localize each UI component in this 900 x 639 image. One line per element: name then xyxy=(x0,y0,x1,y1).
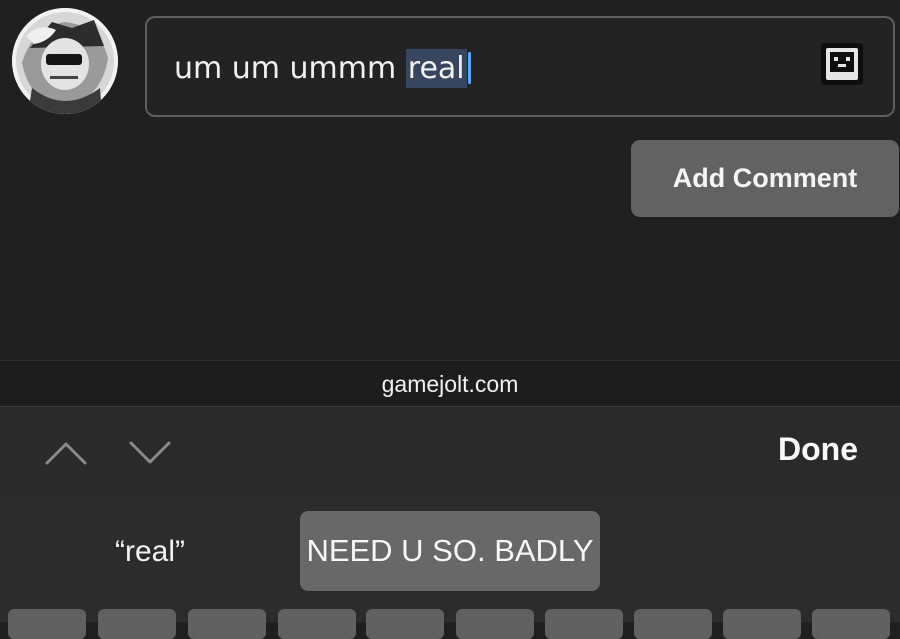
key[interactable] xyxy=(188,609,266,639)
browser-url: gamejolt.com xyxy=(381,370,519,397)
chevron-down-icon[interactable] xyxy=(128,437,172,467)
key[interactable] xyxy=(545,609,623,639)
done-button[interactable]: Done xyxy=(778,431,858,468)
suggestion-middle[interactable]: NEED U SO. BADLY xyxy=(300,511,600,591)
avatar-image xyxy=(12,8,118,114)
sticker-icon[interactable] xyxy=(821,43,863,85)
comment-text[interactable]: um um ummm real xyxy=(174,49,471,88)
key[interactable] xyxy=(723,609,801,639)
keyboard: “real” NEED U SO. BADLY xyxy=(0,498,900,639)
key[interactable] xyxy=(812,609,890,639)
key[interactable] xyxy=(8,609,86,639)
chevron-up-icon[interactable] xyxy=(44,437,88,467)
key[interactable] xyxy=(456,609,534,639)
avatar[interactable] xyxy=(12,8,118,114)
key[interactable] xyxy=(634,609,712,639)
keyboard-toolbar: Done xyxy=(0,406,900,499)
key[interactable] xyxy=(366,609,444,639)
comment-input[interactable]: um um ummm real xyxy=(145,16,895,117)
browser-url-bar[interactable]: gamejolt.com xyxy=(0,360,900,407)
suggestion-left[interactable]: “real” xyxy=(0,516,300,588)
add-comment-button[interactable]: Add Comment xyxy=(631,140,899,217)
key[interactable] xyxy=(98,609,176,639)
comment-text-before: um um ummm xyxy=(174,51,406,86)
comment-selected-word: real xyxy=(405,49,467,88)
text-caret xyxy=(467,52,471,84)
key[interactable] xyxy=(278,609,356,639)
